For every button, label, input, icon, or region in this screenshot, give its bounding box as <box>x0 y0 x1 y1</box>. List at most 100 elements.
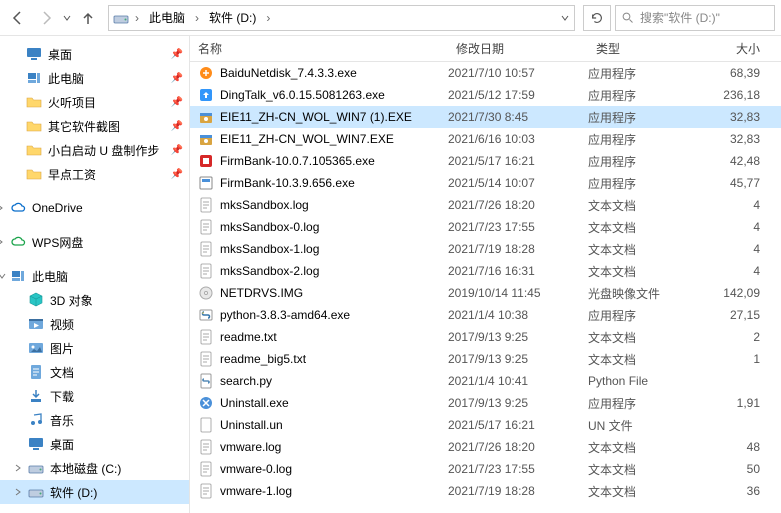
sidebar-item-screenshots[interactable]: 其它软件截图📌 <box>0 114 189 138</box>
sidebar-item-label: 桌面 <box>48 46 185 63</box>
sidebar-item-salary[interactable]: 早点工资📌 <box>0 162 189 186</box>
up-button[interactable] <box>76 6 100 30</box>
chevron-right-icon[interactable] <box>0 204 4 212</box>
file-row[interactable]: vmware-1.log 2021/7/19 18:28文本文档36 <box>190 480 781 502</box>
sidebar-item-huoting[interactable]: 火听项目📌 <box>0 90 189 114</box>
chevron-down-icon[interactable] <box>0 272 6 280</box>
image-icon <box>28 340 44 356</box>
file-size: 32,83 <box>706 132 766 146</box>
file-date: 2019/10/14 11:45 <box>448 286 588 300</box>
file-size: 4 <box>706 220 766 234</box>
file-type: 光盘映像文件 <box>588 285 706 302</box>
file-name: NETDRVS.IMG <box>220 286 303 300</box>
file-row[interactable]: mksSandbox-0.log2021/7/23 17:55文本文档4 <box>190 216 781 238</box>
chevron-right-icon[interactable] <box>0 238 4 246</box>
file-date: 2021/6/16 10:03 <box>448 132 588 146</box>
sidebar-item-pictures[interactable]: 图片 <box>0 336 189 360</box>
file-row[interactable]: EIE11_ZH-CN_WOL_WIN7 (1).EXE2021/7/30 8:… <box>190 106 781 128</box>
file-row[interactable]: search.py2021/1/4 10:41Python File <box>190 370 781 392</box>
sidebar-item-label: WPS网盘 <box>32 234 185 251</box>
sidebar-item-3d[interactable]: 3D 对象 <box>0 288 189 312</box>
sidebar-item-desktop2[interactable]: 桌面 <box>0 432 189 456</box>
drive-icon <box>28 484 44 500</box>
header-date[interactable]: 修改日期 <box>448 40 588 57</box>
file-date: 2021/7/23 17:55 <box>448 220 588 234</box>
sidebar-item-disk-d[interactable]: 软件 (D:) <box>0 480 189 504</box>
header-size[interactable]: 大小 <box>706 40 766 57</box>
back-button[interactable] <box>6 6 30 30</box>
file-name: FirmBank-10.0.7.105365.exe <box>220 154 375 168</box>
sidebar-item-desktop[interactable]: 桌面📌 <box>0 42 189 66</box>
file-row[interactable]: FirmBank-10.3.9.656.exe2021/5/14 10:07应用… <box>190 172 781 194</box>
file-date: 2021/1/4 10:38 <box>448 308 588 322</box>
file-name: vmware-1.log <box>220 484 292 498</box>
file-type: Python File <box>588 374 706 388</box>
file-row[interactable]: BaiduNetdisk_7.4.3.3.exe2021/7/10 10:57应… <box>190 62 781 84</box>
file-row[interactable]: vmware.log2021/7/26 18:20文本文档48 <box>190 436 781 458</box>
file-row[interactable]: FirmBank-10.0.7.105365.exe2021/5/17 16:2… <box>190 150 781 172</box>
chevron-right-icon[interactable]: › <box>264 11 272 25</box>
history-dropdown[interactable] <box>62 11 72 25</box>
chevron-right-icon[interactable]: › <box>193 11 201 25</box>
search-input[interactable]: 搜索"软件 (D:)" <box>615 5 775 31</box>
folder-icon <box>26 142 42 158</box>
py-icon <box>198 373 214 389</box>
file-type: 文本文档 <box>588 263 706 280</box>
sidebar-item-label: 3D 对象 <box>50 292 185 309</box>
file-row[interactable]: mksSandbox.log2021/7/26 18:20文本文档4 <box>190 194 781 216</box>
header-type[interactable]: 类型 <box>588 40 706 57</box>
address-bar[interactable]: › 此电脑 › 软件 (D:) › <box>108 5 575 31</box>
file-row[interactable]: Uninstall.exe2017/9/13 9:25应用程序1,91 <box>190 392 781 414</box>
file-type: 应用程序 <box>588 307 706 324</box>
breadcrumb-this-pc[interactable]: 此电脑 <box>145 6 189 30</box>
file-type: 文本文档 <box>588 483 706 500</box>
file-row[interactable]: python-3.8.3-amd64.exe2021/1/4 10:38应用程序… <box>190 304 781 326</box>
cloud-blue-icon <box>10 200 26 216</box>
file-row[interactable]: DingTalk_v6.0.15.5081263.exe2021/5/12 17… <box>190 84 781 106</box>
exe-blue-icon <box>198 87 214 103</box>
exe-red-icon <box>198 153 214 169</box>
file-date: 2017/9/13 9:25 <box>448 330 588 344</box>
file-row[interactable]: mksSandbox-2.log2021/7/16 16:31文本文档4 <box>190 260 781 282</box>
file-size: 32,83 <box>706 110 766 124</box>
download-icon <box>28 388 44 404</box>
sidebar-item-xiaobai[interactable]: 小白启动 U 盘制作步📌 <box>0 138 189 162</box>
refresh-button[interactable] <box>583 5 611 31</box>
file-row[interactable]: NETDRVS.IMG2019/10/14 11:45光盘映像文件142,09 <box>190 282 781 304</box>
file-date: 2021/7/30 8:45 <box>448 110 588 124</box>
file-size: 36 <box>706 484 766 498</box>
file-date: 2021/7/19 18:28 <box>448 484 588 498</box>
sidebar-item-this-pc-root[interactable]: 此电脑 <box>0 264 189 288</box>
file-type: 文本文档 <box>588 197 706 214</box>
forward-button[interactable] <box>34 6 58 30</box>
chevron-right-icon[interactable] <box>14 488 22 496</box>
sidebar-item-downloads[interactable]: 下载 <box>0 384 189 408</box>
sidebar-item-video[interactable]: 视频 <box>0 312 189 336</box>
address-dropdown[interactable] <box>560 11 570 25</box>
chevron-right-icon[interactable]: › <box>133 11 141 25</box>
sidebar-item-disk-c[interactable]: 本地磁盘 (C:) <box>0 456 189 480</box>
pin-icon: 📌 <box>171 145 183 156</box>
file-row[interactable]: readme.txt2017/9/13 9:25文本文档2 <box>190 326 781 348</box>
file-row[interactable]: vmware-0.log2021/7/23 17:55文本文档50 <box>190 458 781 480</box>
header-name[interactable]: 名称 <box>190 40 448 57</box>
sidebar-item-music[interactable]: 音乐 <box>0 408 189 432</box>
breadcrumb-drive-d[interactable]: 软件 (D:) <box>205 6 260 30</box>
sidebar-item-this-pc[interactable]: 此电脑📌 <box>0 66 189 90</box>
sidebar-item-label: 下载 <box>50 388 185 405</box>
file-row[interactable]: readme_big5.txt2017/9/13 9:25文本文档1 <box>190 348 781 370</box>
sidebar-item-onedrive[interactable]: OneDrive <box>0 196 189 220</box>
doc-icon <box>28 364 44 380</box>
file-row[interactable]: Uninstall.un2021/5/17 16:21UN 文件 <box>190 414 781 436</box>
file-row[interactable]: mksSandbox-1.log2021/7/19 18:28文本文档4 <box>190 238 781 260</box>
sidebar-item-wps[interactable]: WPS网盘 <box>0 230 189 254</box>
chevron-right-icon[interactable] <box>14 464 22 472</box>
sidebar-item-docs[interactable]: 文档 <box>0 360 189 384</box>
sidebar-item-label: 软件 (D:) <box>50 484 185 501</box>
file-size: 1 <box>706 352 766 366</box>
file-row[interactable]: EIE11_ZH-CN_WOL_WIN7.EXE2021/6/16 10:03应… <box>190 128 781 150</box>
sidebar-item-label: 文档 <box>50 364 185 381</box>
file-date: 2021/7/26 18:20 <box>448 440 588 454</box>
pc-icon <box>26 70 42 86</box>
file-type: 文本文档 <box>588 219 706 236</box>
